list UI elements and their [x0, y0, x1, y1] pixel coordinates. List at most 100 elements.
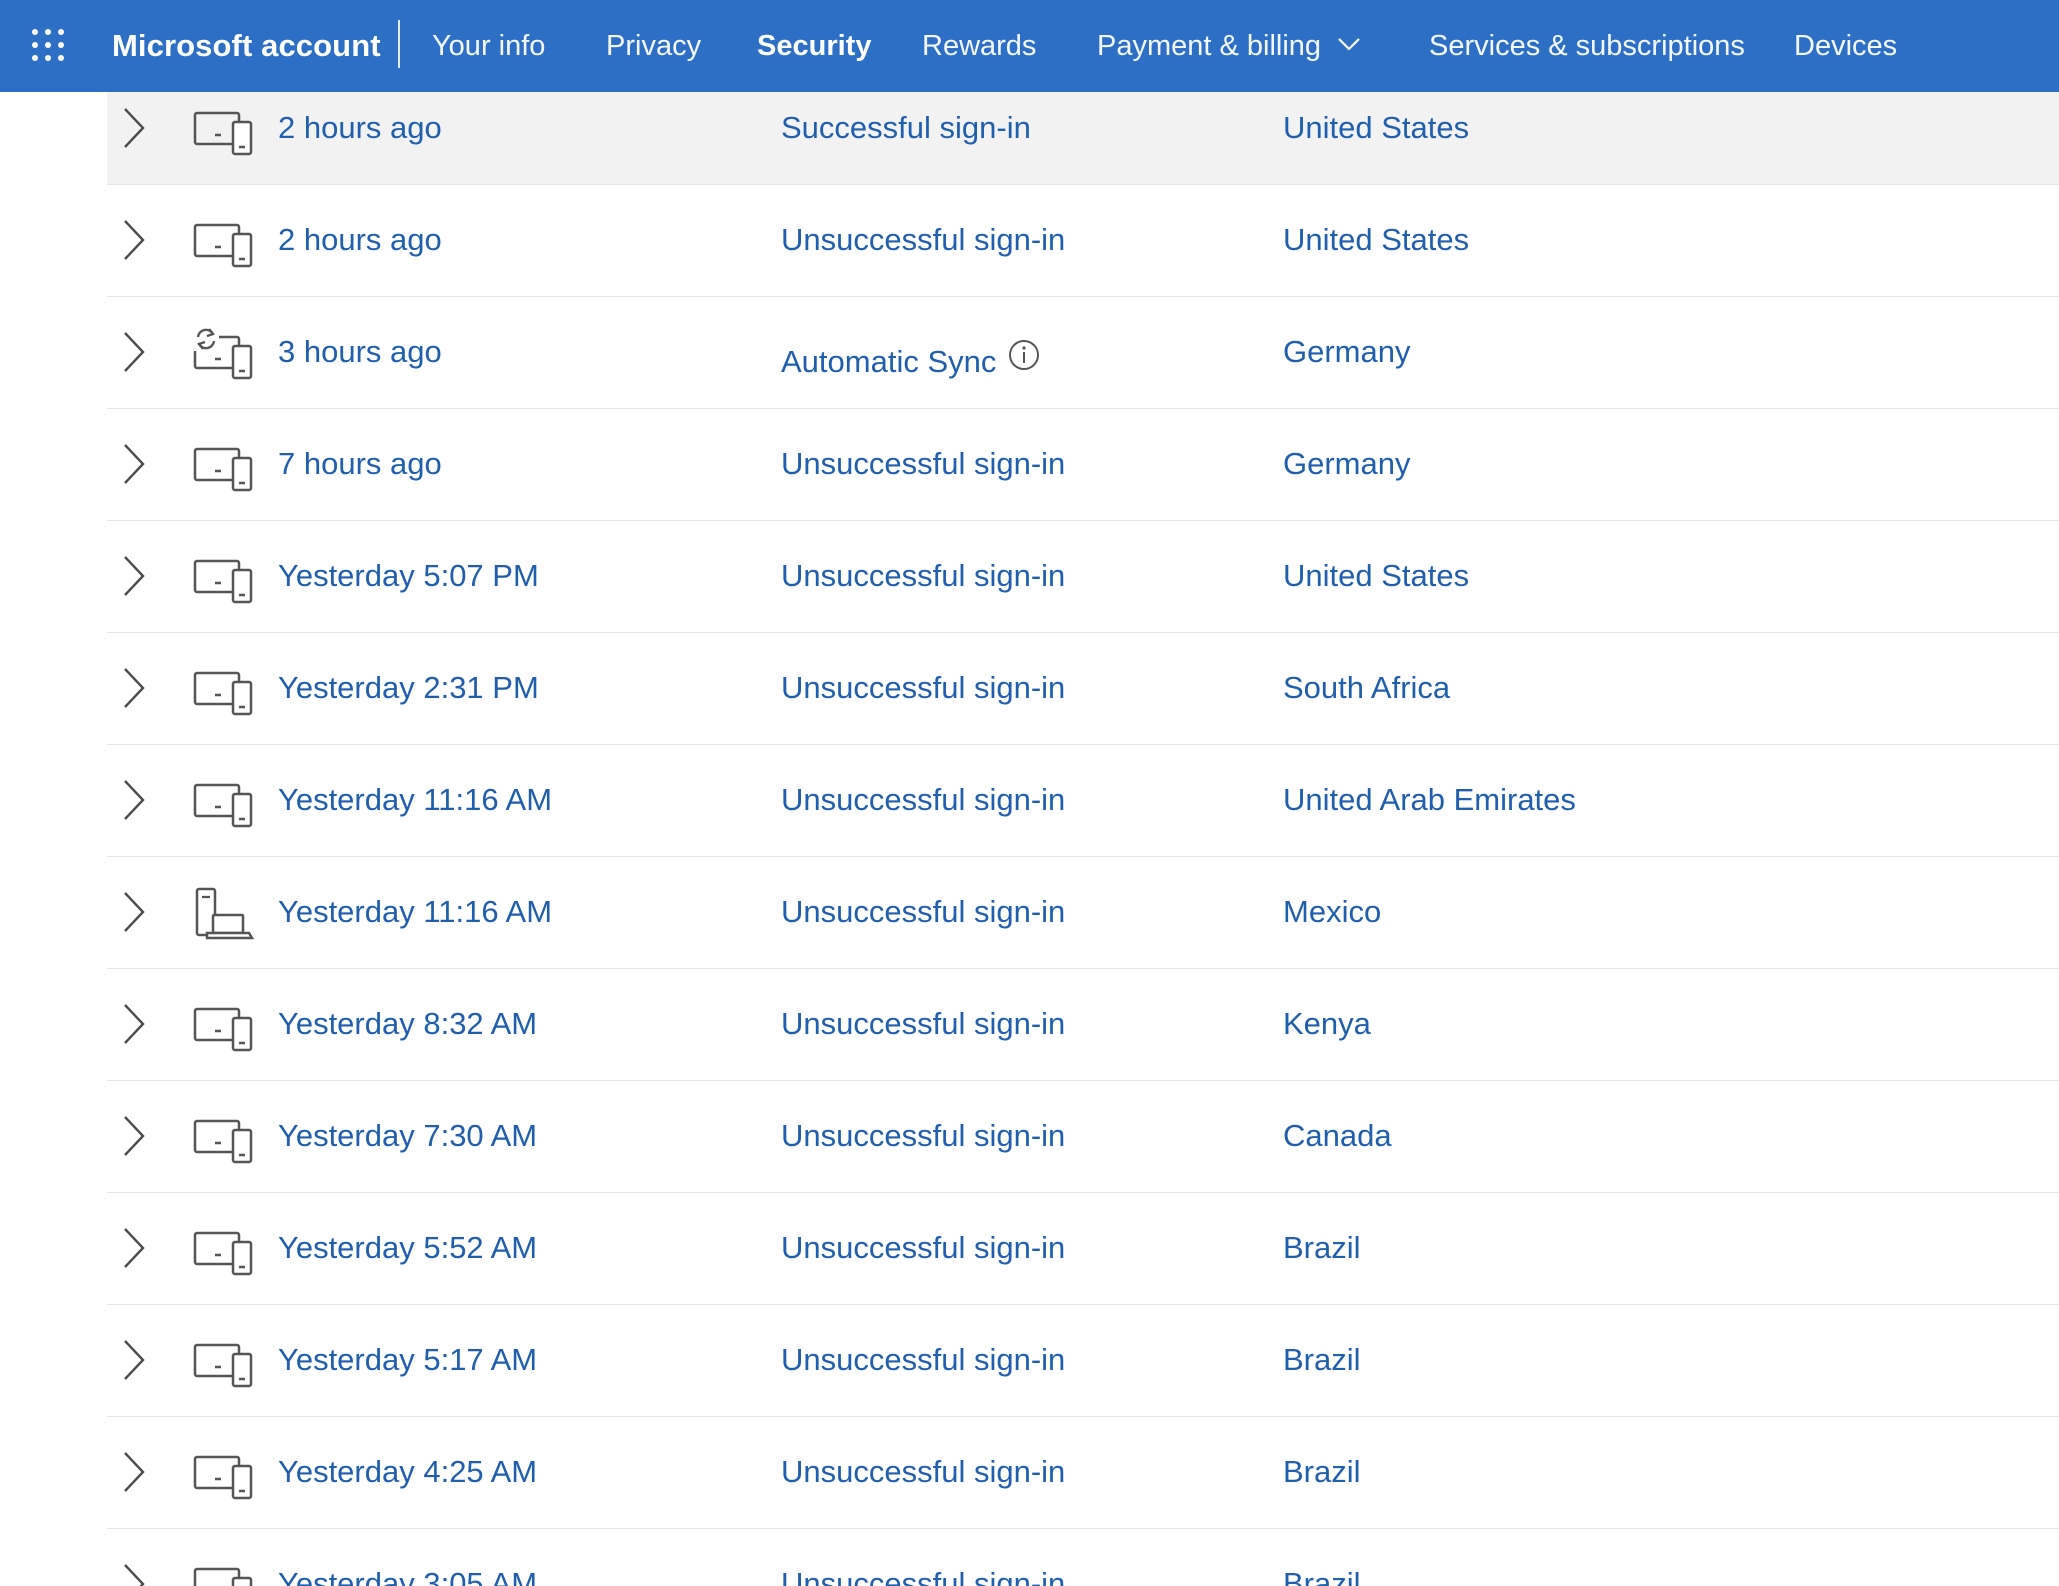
desktop-phone-icon	[193, 671, 253, 716]
activity-country: Brazil	[1283, 1342, 1361, 1377]
activity-country: United Arab Emirates	[1283, 782, 1576, 817]
desktop-phone-icon	[193, 447, 253, 492]
nav-security[interactable]: Security	[757, 0, 871, 92]
activity-time: Yesterday 5:07 PM	[278, 558, 539, 593]
chevron-right-icon[interactable]	[121, 218, 147, 262]
nav-your-info[interactable]: Your info	[432, 0, 545, 92]
activity-status: Unsuccessful sign-in	[781, 670, 1066, 705]
activity-row[interactable]: Yesterday 3:05 AM Unsuccessful sign-in B…	[107, 1528, 2059, 1586]
chevron-right-icon[interactable]	[121, 1450, 147, 1494]
activity-row[interactable]: Yesterday 4:25 AM Unsuccessful sign-in B…	[107, 1416, 2059, 1529]
activity-time: Yesterday 8:32 AM	[278, 1006, 538, 1041]
top-nav-bar: Microsoft account Your info Privacy Secu…	[0, 0, 2059, 92]
activity-row[interactable]: Yesterday 11:16 AM Unsuccessful sign-in …	[107, 856, 2059, 969]
desktop-phone-icon	[193, 1231, 253, 1276]
activity-time: Yesterday 7:30 AM	[278, 1118, 538, 1153]
nav-rewards[interactable]: Rewards	[922, 0, 1036, 92]
chevron-right-icon[interactable]	[121, 890, 147, 934]
chevron-down-icon	[1337, 0, 1361, 88]
chevron-right-icon[interactable]	[121, 554, 147, 598]
activity-time: 2 hours ago	[278, 110, 442, 145]
activity-country: South Africa	[1283, 670, 1451, 705]
activity-time: Yesterday 5:17 AM	[278, 1342, 538, 1377]
desktop-phone-icon	[193, 1455, 253, 1500]
activity-row[interactable]: 7 hours ago Unsuccessful sign-in Germany	[107, 408, 2059, 521]
desktop-phone-icon	[193, 1567, 253, 1586]
desktop-phone-icon	[193, 1007, 253, 1052]
activity-status: Automatic Sync	[781, 306, 1040, 418]
chevron-right-icon[interactable]	[121, 442, 147, 486]
activity-row[interactable]: Yesterday 2:31 PM Unsuccessful sign-in S…	[107, 632, 2059, 745]
activity-time: Yesterday 2:31 PM	[278, 670, 539, 705]
activity-time: 3 hours ago	[278, 334, 442, 369]
chevron-right-icon[interactable]	[121, 1002, 147, 1046]
activity-country: Canada	[1283, 1118, 1392, 1153]
activity-time: Yesterday 11:16 AM	[278, 894, 553, 929]
activity-country: United States	[1283, 558, 1470, 593]
app-title[interactable]: Microsoft account	[112, 0, 381, 92]
tower-laptop-icon	[195, 887, 255, 940]
app-launcher-icon[interactable]	[30, 27, 66, 63]
activity-status-label: Automatic Sync	[781, 344, 997, 379]
nav-devices[interactable]: Devices	[1794, 0, 1897, 92]
activity-country: Brazil	[1283, 1566, 1361, 1586]
activity-time: Yesterday 5:52 AM	[278, 1230, 538, 1265]
activity-time: Yesterday 11:16 AM	[278, 782, 553, 817]
activity-time: 2 hours ago	[278, 222, 442, 257]
activity-row[interactable]: Yesterday 5:07 PM Unsuccessful sign-in U…	[107, 520, 2059, 633]
activity-row[interactable]: Yesterday 5:17 AM Unsuccessful sign-in B…	[107, 1304, 2059, 1417]
activity-country: Germany	[1283, 446, 1411, 481]
recent-activity-list: 2 hours ago Successful sign-in United St…	[0, 92, 2059, 1586]
activity-status: Unsuccessful sign-in	[781, 1118, 1066, 1153]
info-icon[interactable]	[1008, 305, 1040, 417]
activity-row[interactable]: 2 hours ago Successful sign-in United St…	[107, 92, 2059, 185]
activity-status: Unsuccessful sign-in	[781, 1454, 1066, 1489]
desktop-phone-icon	[193, 223, 253, 268]
nav-payment-billing[interactable]: Payment & billing	[1097, 0, 1361, 92]
desktop-phone-icon	[193, 783, 253, 828]
activity-status: Unsuccessful sign-in	[781, 782, 1066, 817]
activity-row[interactable]: 2 hours ago Unsuccessful sign-in United …	[107, 184, 2059, 297]
activity-status: Unsuccessful sign-in	[781, 558, 1066, 593]
activity-row[interactable]: Yesterday 11:16 AM Unsuccessful sign-in …	[107, 744, 2059, 857]
activity-time: 7 hours ago	[278, 446, 442, 481]
activity-status: Successful sign-in	[781, 110, 1031, 145]
desktop-phone-icon	[193, 111, 253, 156]
chevron-right-icon[interactable]	[121, 778, 147, 822]
brand-divider	[398, 20, 400, 68]
activity-status: Unsuccessful sign-in	[781, 894, 1066, 929]
nav-payment-billing-label: Payment & billing	[1097, 30, 1322, 62]
chevron-right-icon[interactable]	[121, 1562, 147, 1586]
chevron-right-icon[interactable]	[121, 330, 147, 374]
chevron-right-icon[interactable]	[121, 1338, 147, 1382]
desktop-phone-icon	[193, 559, 253, 604]
desktop-phone-icon	[193, 1119, 253, 1164]
activity-country: Germany	[1283, 334, 1411, 369]
chevron-right-icon[interactable]	[121, 666, 147, 710]
chevron-right-icon[interactable]	[121, 106, 147, 150]
activity-status: Unsuccessful sign-in	[781, 446, 1066, 481]
activity-status: Unsuccessful sign-in	[781, 1006, 1066, 1041]
activity-status: Unsuccessful sign-in	[781, 1230, 1066, 1265]
activity-country: Brazil	[1283, 1454, 1361, 1489]
activity-row[interactable]: Yesterday 7:30 AM Unsuccessful sign-in C…	[107, 1080, 2059, 1193]
activity-time: Yesterday 4:25 AM	[278, 1454, 538, 1489]
activity-country: United States	[1283, 222, 1470, 257]
sync-device-icon	[193, 327, 253, 380]
activity-row[interactable]: 3 hours ago Automatic Sync Germany	[107, 296, 2059, 409]
chevron-right-icon[interactable]	[121, 1226, 147, 1270]
activity-country: Kenya	[1283, 1006, 1371, 1041]
chevron-right-icon[interactable]	[121, 1114, 147, 1158]
activity-row[interactable]: Yesterday 5:52 AM Unsuccessful sign-in B…	[107, 1192, 2059, 1305]
activity-country: Brazil	[1283, 1230, 1361, 1265]
desktop-phone-icon	[193, 1343, 253, 1388]
nav-privacy[interactable]: Privacy	[606, 0, 701, 92]
activity-country: Mexico	[1283, 894, 1382, 929]
activity-time: Yesterday 3:05 AM	[278, 1566, 538, 1586]
activity-country: United States	[1283, 110, 1470, 145]
activity-row[interactable]: Yesterday 8:32 AM Unsuccessful sign-in K…	[107, 968, 2059, 1081]
activity-status: Unsuccessful sign-in	[781, 222, 1066, 257]
activity-status: Unsuccessful sign-in	[781, 1342, 1066, 1377]
activity-status: Unsuccessful sign-in	[781, 1566, 1066, 1586]
nav-services-subscriptions[interactable]: Services & subscriptions	[1429, 0, 1745, 92]
